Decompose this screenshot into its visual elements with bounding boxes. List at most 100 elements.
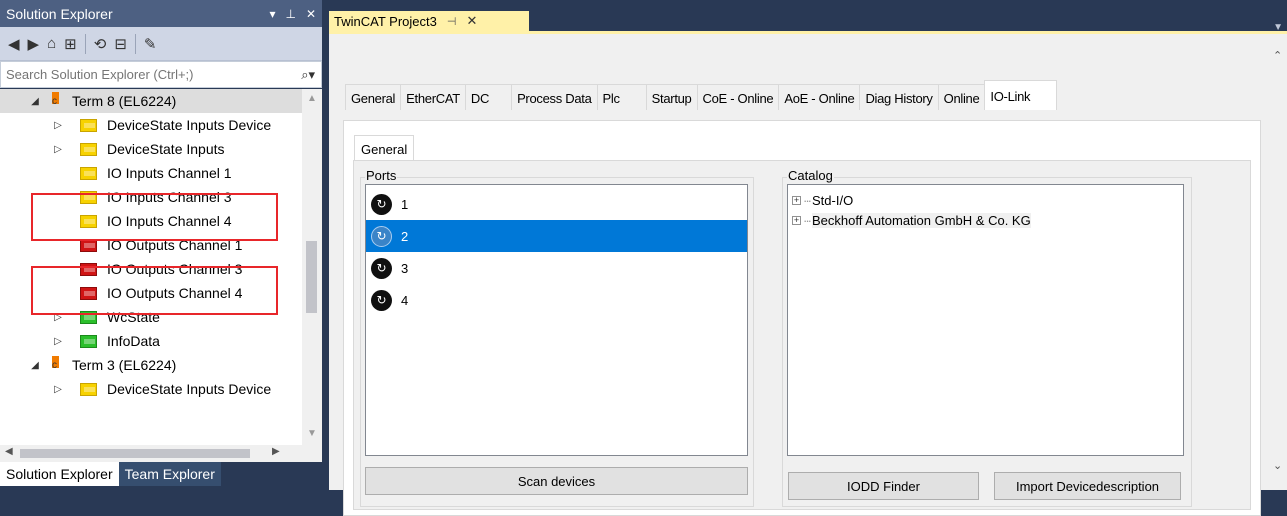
catalog-label: Catalog bbox=[787, 168, 834, 183]
port-number: 2 bbox=[401, 228, 409, 244]
io-link-port-icon: ↻ bbox=[371, 193, 392, 215]
tab-solution-explorer[interactable]: Solution Explorer bbox=[0, 462, 119, 486]
scroll-down-arrow-icon[interactable]: ⌄ bbox=[1273, 459, 1282, 472]
document-area: TwinCAT Project3 ⊣ ✕ ▼ General EtherCAT … bbox=[329, 0, 1287, 516]
solution-explorer-toolbar: ◀ ▶ ⌂ ⊞ ⟲ ⊟ ✎ bbox=[0, 27, 322, 61]
io-link-port-icon: ↻ bbox=[371, 289, 392, 311]
scroll-thumb[interactable] bbox=[20, 449, 250, 458]
home-icon[interactable]: ⌂ bbox=[47, 35, 56, 52]
io-link-port-icon: ↻ bbox=[371, 225, 392, 247]
catalog-item-label: Std-I/O bbox=[812, 192, 854, 208]
port-item-selected[interactable]: ↻ 2 bbox=[366, 220, 747, 252]
scroll-down-arrow-icon[interactable]: ▼ bbox=[307, 428, 317, 439]
expand-plus-icon[interactable]: + bbox=[792, 195, 801, 205]
tab-aoe-online[interactable]: AoE - Online bbox=[778, 84, 861, 110]
explorer-bottom-tabs: Solution Explorer Team Explorer bbox=[0, 462, 322, 490]
highlight-box-outputs bbox=[31, 266, 278, 315]
switch-views-icon[interactable]: ⊞ bbox=[64, 35, 77, 53]
input-folder-icon bbox=[80, 383, 97, 396]
tab-general-sub[interactable]: General bbox=[354, 135, 415, 161]
catalog-item-std-io[interactable]: + ··· Std-I/O bbox=[792, 191, 853, 209]
port-item[interactable]: ↻ 4 bbox=[366, 284, 747, 316]
document-tab-twincat-project3[interactable]: TwinCAT Project3 ⊣ ✕ bbox=[329, 11, 529, 31]
expand-plus-icon[interactable]: + bbox=[792, 215, 801, 225]
collapse-arrow-icon[interactable]: ◢ bbox=[30, 360, 40, 371]
tree-item-infodata[interactable]: ▷ InfoData bbox=[0, 329, 302, 353]
forward-icon[interactable]: ▶ bbox=[28, 35, 40, 53]
tab-coe-online[interactable]: CoE - Online bbox=[696, 84, 780, 110]
ports-list[interactable]: ↻ 1 ↻ 2 ↻ 3 ↻ 4 bbox=[365, 184, 748, 456]
tree-item-label: Term 3 (EL6224) bbox=[72, 357, 177, 373]
input-folder-icon bbox=[80, 143, 97, 156]
io-link-port-icon: ↻ bbox=[371, 257, 392, 279]
tab-online[interactable]: Online bbox=[937, 84, 986, 110]
tab-io-link[interactable]: IO-Link bbox=[984, 80, 1058, 110]
scroll-thumb[interactable] bbox=[306, 241, 317, 313]
close-icon[interactable]: ✕ bbox=[466, 13, 477, 29]
port-item[interactable]: ↻ 3 bbox=[366, 252, 747, 284]
port-number: 4 bbox=[401, 292, 409, 308]
document-body: General EtherCAT DC Process Data Plc Sta… bbox=[329, 34, 1287, 516]
back-icon[interactable]: ◀ bbox=[8, 35, 20, 53]
tree-item-label: DeviceState Inputs bbox=[107, 141, 225, 157]
scroll-up-arrow-icon[interactable]: ⌃ bbox=[1273, 49, 1282, 62]
highlight-box-inputs bbox=[31, 193, 278, 241]
general-sub-panel: Ports ↻ 1 ↻ 2 ↻ 3 ↻ 4 Scan devices Catal… bbox=[353, 160, 1251, 510]
import-devicedescription-button[interactable]: Import Devicedescription bbox=[994, 472, 1181, 500]
ports-label: Ports bbox=[365, 168, 398, 183]
toolbar-divider bbox=[134, 33, 136, 54]
terminal-icon bbox=[49, 356, 66, 371]
pin-icon[interactable]: ⊣ bbox=[447, 15, 457, 28]
tab-team-explorer[interactable]: Team Explorer bbox=[118, 462, 221, 486]
scan-devices-button[interactable]: Scan devices bbox=[365, 467, 748, 495]
tree-connector: ··· bbox=[803, 192, 812, 208]
tree-horizontal-scrollbar[interactable]: ◀ ▶ bbox=[0, 445, 322, 462]
properties-wrench-icon[interactable]: ✎ bbox=[144, 35, 157, 53]
pending-changes-filter-icon[interactable]: ⟲ bbox=[94, 35, 107, 53]
window-position-dropdown-icon[interactable]: ▾ bbox=[269, 7, 275, 21]
tree-item-term-3[interactable]: ◢ Term 3 (EL6224) bbox=[0, 353, 302, 377]
search-box[interactable]: ⌕▾ bbox=[0, 61, 322, 88]
auto-hide-pin-icon[interactable]: ⊥ bbox=[285, 7, 295, 21]
iodd-finder-button[interactable]: IODD Finder bbox=[788, 472, 979, 500]
tab-general[interactable]: General bbox=[345, 84, 402, 110]
search-input[interactable] bbox=[6, 67, 302, 82]
collapse-arrow-icon[interactable]: ◢ bbox=[30, 96, 40, 107]
tree-item-label: Term 8 (EL6224) bbox=[72, 93, 177, 109]
document-vertical-scrollbar[interactable]: ⌃ ⌄ bbox=[1269, 34, 1287, 482]
tree-item-devicestate-inputs[interactable]: ▷ DeviceState Inputs bbox=[0, 137, 302, 161]
tree-item-io-inputs-channel-1[interactable]: IO Inputs Channel 1 bbox=[0, 161, 302, 185]
tab-ethercat[interactable]: EtherCAT bbox=[400, 84, 466, 110]
toolbar-divider bbox=[84, 33, 86, 54]
input-folder-icon bbox=[80, 119, 97, 132]
expand-arrow-icon[interactable]: ▷ bbox=[53, 120, 63, 131]
status-folder-icon bbox=[80, 335, 97, 348]
tab-plc[interactable]: Plc bbox=[596, 84, 647, 110]
port-number: 1 bbox=[401, 196, 409, 212]
tab-process-data[interactable]: Process Data bbox=[511, 84, 598, 110]
tab-startup[interactable]: Startup bbox=[645, 84, 698, 110]
port-item[interactable]: ↻ 1 bbox=[366, 188, 747, 220]
device-tabs: General EtherCAT DC Process Data Plc Sta… bbox=[345, 80, 1058, 110]
close-icon[interactable]: ✕ bbox=[306, 7, 316, 21]
tree-item-term-8[interactable]: ◢ Term 8 (EL6224) bbox=[0, 89, 302, 113]
expand-arrow-icon[interactable]: ▷ bbox=[53, 144, 63, 155]
tree-item-devicestate-inputs-device[interactable]: ▷ DeviceState Inputs Device bbox=[0, 113, 302, 137]
catalog-item-beckhoff[interactable]: + ··· Beckhoff Automation GmbH & Co. KG bbox=[792, 211, 1031, 229]
tab-diag-history[interactable]: Diag History bbox=[859, 84, 939, 110]
scroll-up-arrow-icon[interactable]: ▲ bbox=[307, 93, 317, 104]
tree-vertical-scrollbar[interactable]: ▲ ▼ bbox=[302, 89, 322, 445]
tree-item-devicestate-inputs-device[interactable]: ▷ DeviceState Inputs Device bbox=[0, 377, 302, 401]
catalog-tree[interactable]: + ··· Std-I/O + ··· Beckhoff Automation … bbox=[787, 184, 1184, 456]
expand-arrow-icon[interactable]: ▷ bbox=[53, 384, 63, 395]
collapse-all-icon[interactable]: ⊟ bbox=[114, 35, 127, 53]
search-icon[interactable]: ⌕▾ bbox=[301, 67, 321, 83]
scroll-left-arrow-icon[interactable]: ◀ bbox=[5, 446, 13, 457]
solution-explorer-title: Solution Explorer bbox=[6, 5, 113, 22]
solution-tree: ◢ Term 8 (EL6224) ▷ DeviceState Inputs D… bbox=[0, 89, 322, 445]
tree-item-label: IO Inputs Channel 1 bbox=[107, 165, 232, 181]
tree-item-label: InfoData bbox=[107, 333, 160, 349]
scroll-right-arrow-icon[interactable]: ▶ bbox=[272, 446, 280, 457]
expand-arrow-icon[interactable]: ▷ bbox=[53, 336, 63, 347]
tab-dc[interactable]: DC bbox=[464, 84, 513, 110]
